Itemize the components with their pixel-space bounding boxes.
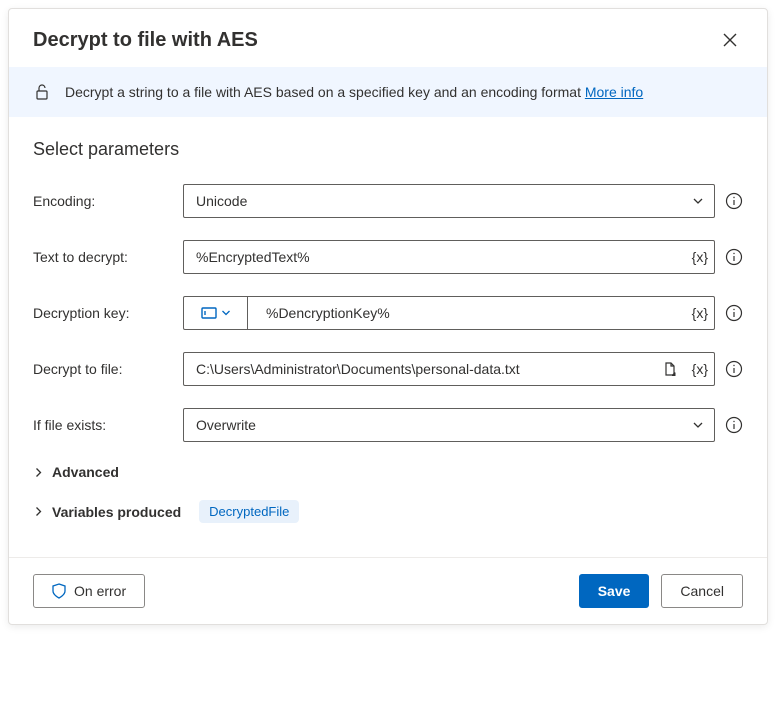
encoding-select[interactable]: Unicode	[183, 184, 715, 218]
close-button[interactable]	[717, 27, 743, 53]
section-title: Select parameters	[33, 139, 743, 160]
dialog-body: Select parameters Encoding: Unicode Text…	[9, 117, 767, 557]
info-banner: Decrypt a string to a file with AES base…	[9, 67, 767, 117]
save-button[interactable]: Save	[579, 574, 650, 608]
banner-text: Decrypt a string to a file with AES base…	[65, 84, 585, 100]
param-row-key: Decryption key: %DencryptionKey% {x}	[33, 296, 743, 330]
exists-label: If file exists:	[33, 417, 183, 433]
text-input-icon	[201, 307, 217, 319]
text-value: %EncryptedText%	[184, 249, 686, 265]
param-row-file: Decrypt to file: C:\Users\Administrator\…	[33, 352, 743, 386]
footer-actions: Save Cancel	[579, 574, 743, 608]
variables-produced-expander[interactable]: Variables produced DecryptedFile	[33, 500, 743, 523]
encoding-help-icon[interactable]	[725, 192, 743, 210]
decryption-key-input[interactable]: %DencryptionKey% {x}	[183, 296, 715, 330]
encoding-label: Encoding:	[33, 193, 183, 209]
file-help-icon[interactable]	[725, 360, 743, 378]
dialog-footer: On error Save Cancel	[9, 557, 767, 624]
banner-text-wrap: Decrypt a string to a file with AES base…	[65, 84, 643, 100]
key-help-icon[interactable]	[725, 304, 743, 322]
encoding-value: Unicode	[184, 193, 682, 209]
exists-value: Overwrite	[184, 417, 682, 433]
chevron-down-icon	[682, 185, 714, 217]
param-row-encoding: Encoding: Unicode	[33, 184, 743, 218]
file-value: C:\Users\Administrator\Documents\persona…	[184, 361, 654, 377]
dialog: Decrypt to file with AES Decrypt a strin…	[8, 8, 768, 625]
shield-icon	[52, 583, 66, 599]
param-row-exists: If file exists: Overwrite	[33, 408, 743, 442]
on-error-label: On error	[74, 583, 126, 599]
variables-produced-label: Variables produced	[52, 504, 181, 520]
more-info-link[interactable]: More info	[585, 84, 643, 100]
if-file-exists-select[interactable]: Overwrite	[183, 408, 715, 442]
text-label: Text to decrypt:	[33, 249, 183, 265]
variable-picker-icon[interactable]: {x}	[686, 305, 714, 321]
key-value: %DencryptionKey%	[248, 305, 686, 321]
exists-help-icon[interactable]	[725, 416, 743, 434]
file-label: Decrypt to file:	[33, 361, 183, 377]
param-row-text: Text to decrypt: %EncryptedText% {x}	[33, 240, 743, 274]
variable-chip[interactable]: DecryptedFile	[199, 500, 299, 523]
decrypt-to-file-input[interactable]: C:\Users\Administrator\Documents\persona…	[183, 352, 715, 386]
variable-picker-icon[interactable]: {x}	[686, 249, 714, 265]
dialog-title: Decrypt to file with AES	[33, 29, 258, 52]
close-icon	[723, 33, 737, 47]
lock-open-icon	[33, 83, 51, 101]
chevron-right-icon	[33, 506, 44, 517]
text-help-icon[interactable]	[725, 248, 743, 266]
cancel-button[interactable]: Cancel	[661, 574, 743, 608]
chevron-down-icon	[682, 409, 714, 441]
key-label: Decryption key:	[33, 305, 183, 321]
text-to-decrypt-input[interactable]: %EncryptedText% {x}	[183, 240, 715, 274]
input-type-select[interactable]	[184, 297, 248, 329]
chevron-down-icon	[221, 308, 231, 318]
on-error-button[interactable]: On error	[33, 574, 145, 608]
advanced-label: Advanced	[52, 464, 119, 480]
variable-picker-icon[interactable]: {x}	[686, 361, 714, 377]
dialog-header: Decrypt to file with AES	[9, 9, 767, 67]
chevron-right-icon	[33, 467, 44, 478]
file-browse-icon[interactable]	[654, 353, 686, 385]
advanced-expander[interactable]: Advanced	[33, 464, 743, 480]
